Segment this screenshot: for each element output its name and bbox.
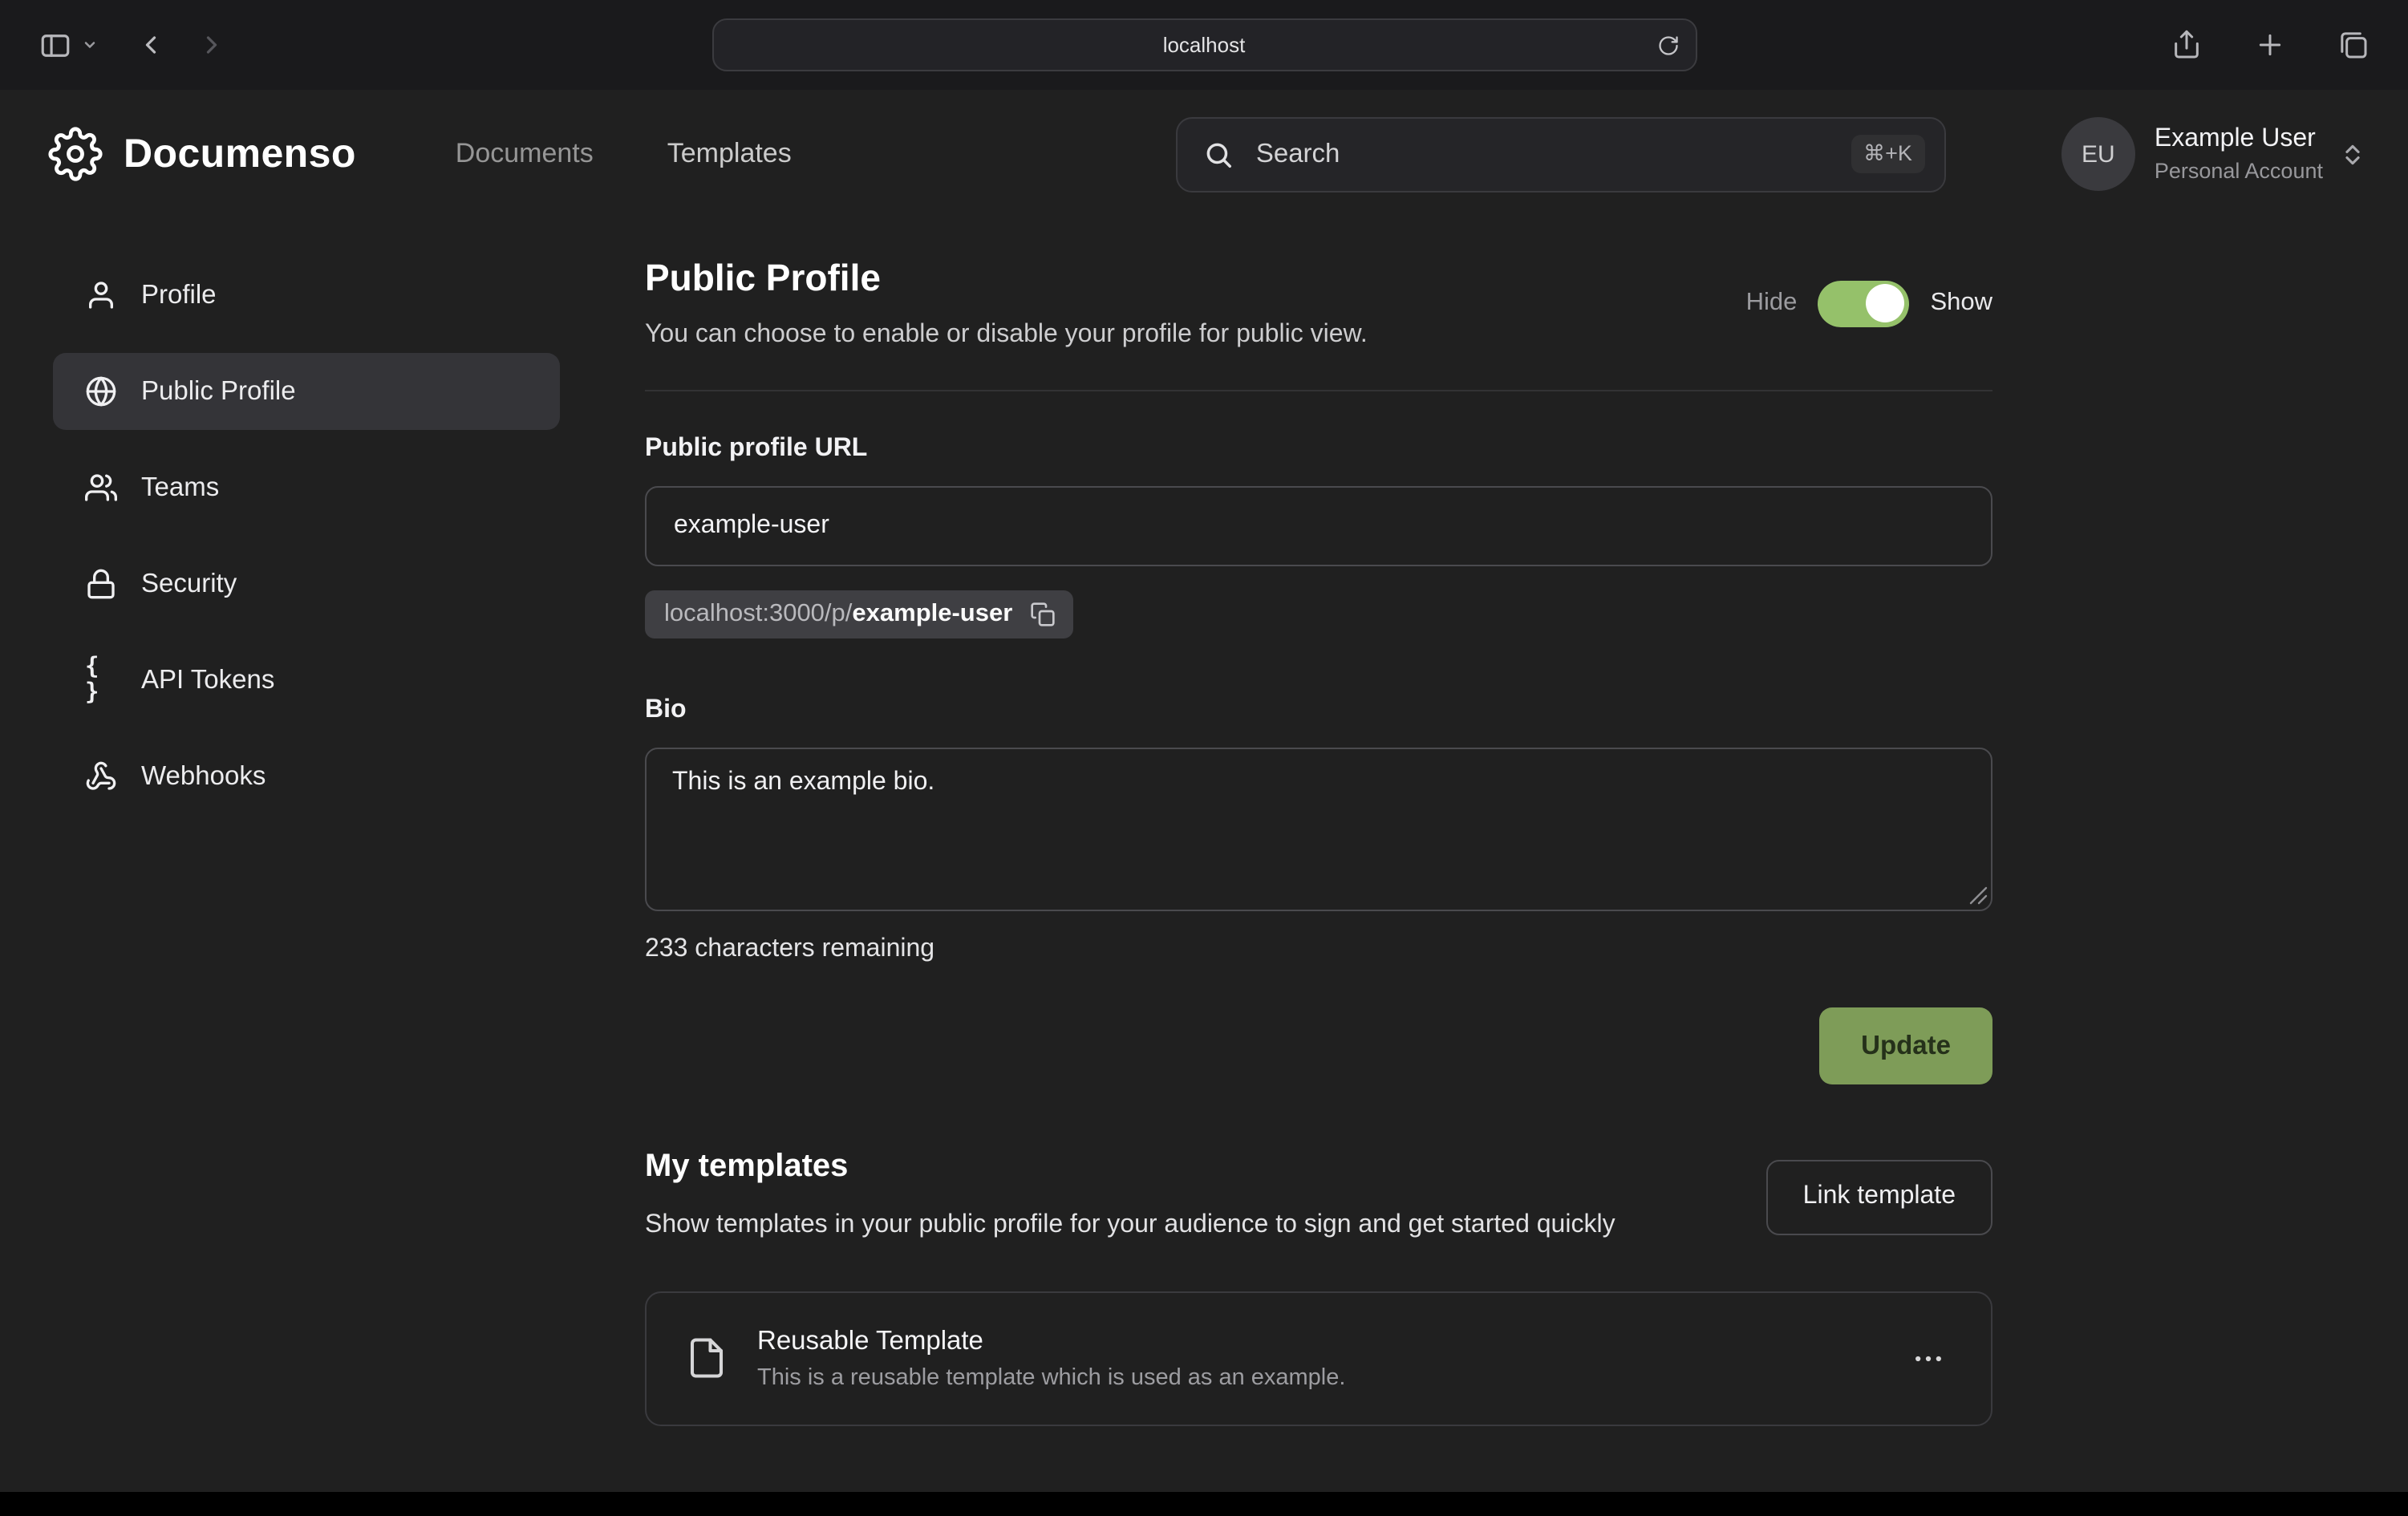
template-description: This is a reusable template which is use… xyxy=(757,1364,1345,1390)
template-name: Reusable Template xyxy=(757,1326,1345,1356)
browser-window: localhost xyxy=(0,0,2408,1516)
sidebar-item-api-tokens[interactable]: { } API Tokens xyxy=(53,642,560,719)
user-icon xyxy=(85,279,117,311)
search-input[interactable] xyxy=(1253,137,1851,171)
bio-textarea[interactable]: This is an example bio. xyxy=(645,748,1992,911)
chevron-left-icon xyxy=(136,30,165,59)
address-bar[interactable]: localhost xyxy=(711,18,1697,71)
sidebar-item-public-profile[interactable]: Public Profile xyxy=(53,353,560,430)
sidebar-toggle-button[interactable] xyxy=(32,22,79,68)
profile-url-preview: localhost:3000/p/example-user xyxy=(645,590,1073,638)
lock-icon xyxy=(85,568,117,600)
braces-icon: { } xyxy=(85,655,117,706)
sidebar-item-label: Webhooks xyxy=(141,761,266,792)
nav-templates[interactable]: Templates xyxy=(667,138,792,170)
reload-icon xyxy=(1656,34,1679,56)
users-icon xyxy=(85,472,117,504)
tab-overview-button[interactable] xyxy=(2331,22,2376,67)
toolbar-right-group xyxy=(2164,22,2376,67)
browser-toolbar: localhost xyxy=(0,0,2408,90)
sidebar-item-profile[interactable]: Profile xyxy=(53,257,560,334)
chevron-down-icon xyxy=(82,37,98,53)
search-shortcut: ⌘+K xyxy=(1851,135,1925,173)
bio-label: Bio xyxy=(645,696,1992,725)
nav-documents[interactable]: Documents xyxy=(456,138,594,170)
template-card: Reusable Template This is a reusable tem… xyxy=(645,1291,1992,1425)
plus-icon xyxy=(2254,29,2286,61)
page-subtitle: You can choose to enable or disable your… xyxy=(645,321,1368,350)
account-name: Example User xyxy=(2155,123,2323,155)
resize-handle-icon[interactable] xyxy=(1968,886,1988,905)
reload-button[interactable] xyxy=(1653,30,1682,59)
public-profile-url-input[interactable] xyxy=(645,486,1992,566)
sidebar-item-label: Profile xyxy=(141,280,217,310)
globe-icon xyxy=(85,375,117,407)
share-button[interactable] xyxy=(2164,22,2209,67)
search-box[interactable]: ⌘+K xyxy=(1176,116,1946,192)
sidebar-item-label: Teams xyxy=(141,472,219,503)
visibility-toggle-group: Hide Show xyxy=(1746,280,1992,326)
app-header: Documenso Documents Templates ⌘+K EU Exa… xyxy=(0,90,2408,218)
public-profile-url-label: Public profile URL xyxy=(645,435,1992,464)
profile-url-slug: example-user xyxy=(852,600,1012,627)
sidebar-menu-button[interactable] xyxy=(75,30,104,59)
show-label: Show xyxy=(1930,289,1992,318)
share-icon xyxy=(2171,29,2203,61)
account-type: Personal Account xyxy=(2155,158,2323,185)
sidebar-item-teams[interactable]: Teams xyxy=(53,449,560,526)
profile-url-prefix: localhost:3000/p/ xyxy=(664,600,852,627)
settings-sidebar: Profile Public Profile Teams xyxy=(53,257,560,1425)
sidebar-item-webhooks[interactable]: Webhooks xyxy=(53,738,560,815)
template-menu-button[interactable] xyxy=(1904,1334,1952,1382)
hide-label: Hide xyxy=(1746,289,1798,318)
template-info: Reusable Template This is a reusable tem… xyxy=(757,1326,1345,1390)
chevrons-up-down-icon xyxy=(2339,140,2366,168)
chevron-right-icon xyxy=(197,30,226,59)
templates-heading-block: My templates Show templates in your publ… xyxy=(645,1149,1615,1246)
sidebar-item-security[interactable]: Security xyxy=(53,545,560,622)
page-heading-block: Public Profile You can choose to enable … xyxy=(645,257,1368,350)
profile-url-text: localhost:3000/p/example-user xyxy=(664,600,1012,629)
profile-visibility-toggle[interactable] xyxy=(1818,280,1909,326)
sidebar-panel-icon xyxy=(39,28,72,62)
account-menu[interactable]: EU Example User Personal Account xyxy=(2061,117,2366,191)
link-template-button[interactable]: Link template xyxy=(1766,1160,1992,1235)
toggle-knob xyxy=(1866,284,1904,322)
tabs-icon xyxy=(2337,29,2369,61)
sidebar-item-label: API Tokens xyxy=(141,665,274,695)
update-button[interactable]: Update xyxy=(1819,1007,1992,1084)
brand[interactable]: Documenso xyxy=(48,127,356,181)
page-title: Public Profile xyxy=(645,257,1368,300)
copy-icon xyxy=(1030,602,1056,627)
sidebar-item-label: Public Profile xyxy=(141,376,296,407)
webhook-icon xyxy=(85,760,117,792)
bio-field-wrapper: This is an example bio. xyxy=(645,748,1992,911)
main-nav: Documents Templates xyxy=(456,138,792,170)
public-profile-panel: Public Profile You can choose to enable … xyxy=(645,257,1992,1425)
content: Profile Public Profile Teams xyxy=(0,218,2408,1425)
file-icon xyxy=(685,1336,728,1380)
section-divider xyxy=(645,390,1992,391)
account-text: Example User Personal Account xyxy=(2155,123,2323,185)
toolbar-left-group xyxy=(32,22,233,68)
avatar: EU xyxy=(2061,117,2135,191)
characters-remaining: 233 characters remaining xyxy=(645,935,1992,964)
forward-button[interactable] xyxy=(191,24,233,66)
new-tab-button[interactable] xyxy=(2248,22,2292,67)
search-icon xyxy=(1203,139,1234,169)
documenso-logo-icon xyxy=(48,127,103,181)
address-bar-url: localhost xyxy=(1163,33,1246,57)
brand-name: Documenso xyxy=(124,131,356,177)
copy-url-button[interactable] xyxy=(1028,600,1057,629)
app-page: Documenso Documents Templates ⌘+K EU Exa… xyxy=(0,90,2408,1492)
my-templates-section: My templates Show templates in your publ… xyxy=(645,1149,1992,1425)
templates-title: My templates xyxy=(645,1149,1615,1186)
ellipsis-icon xyxy=(1911,1340,1946,1376)
back-button[interactable] xyxy=(130,24,172,66)
templates-description: Show templates in your public profile fo… xyxy=(645,1205,1615,1246)
sidebar-item-label: Security xyxy=(141,569,237,599)
